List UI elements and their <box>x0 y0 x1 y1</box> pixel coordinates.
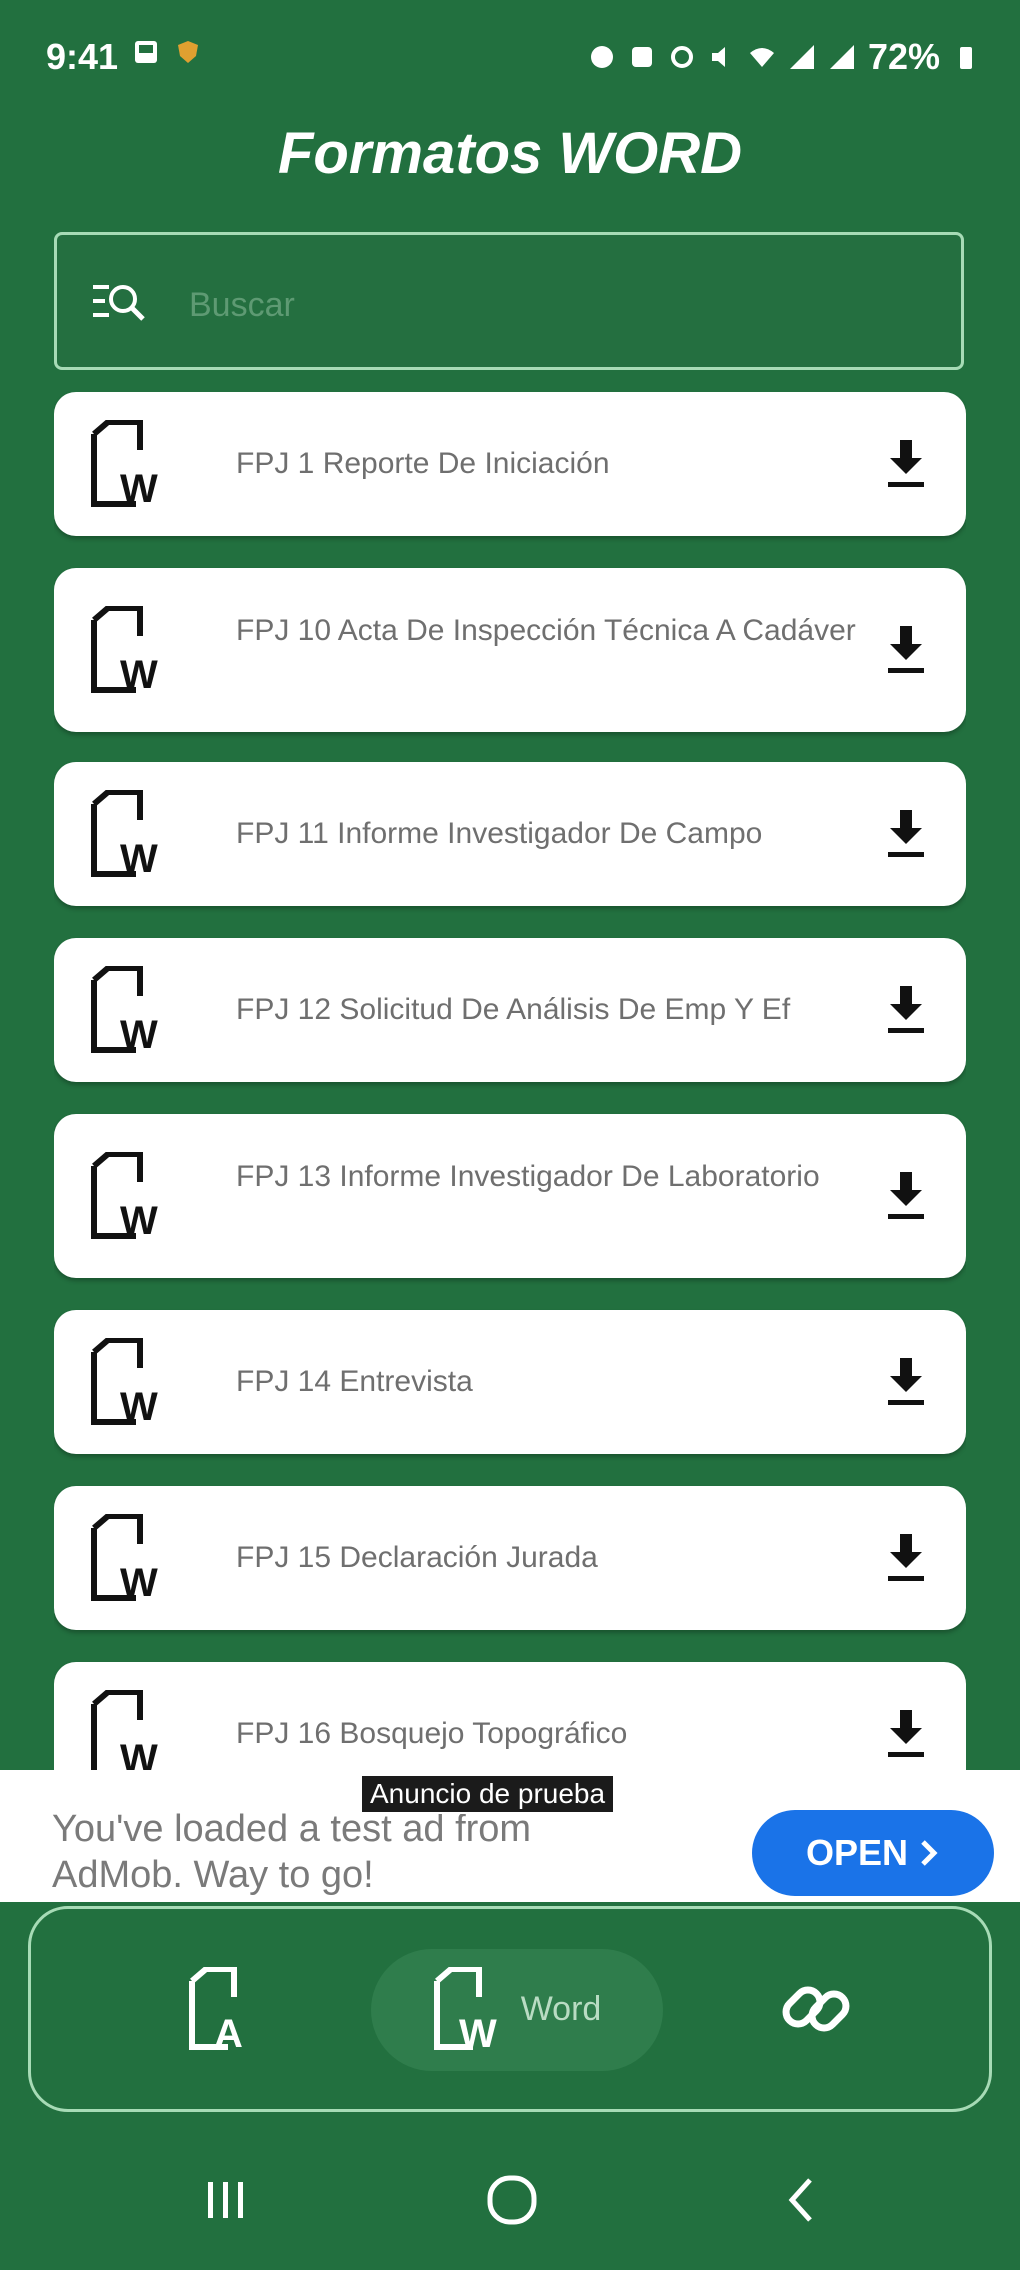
bluetooth-icon <box>590 46 613 68</box>
download-icon[interactable] <box>884 624 928 676</box>
nav-label-word: Word <box>520 1989 602 2028</box>
status-time: 9:41 <box>46 36 119 77</box>
word-document-icon: W <box>91 1514 158 1602</box>
svg-text:W: W <box>120 1199 158 1240</box>
download-icon[interactable] <box>884 1532 928 1584</box>
signal-icon <box>789 45 814 69</box>
document-title: FPJ 1 Reporte De Iniciación <box>236 447 610 480</box>
document-card[interactable]: W FPJ 13 Informe Investigador De Laborat… <box>54 1114 966 1278</box>
word-document-icon: W <box>91 420 158 508</box>
ad-banner[interactable]: You've loaded a test ad from AdMob. Way … <box>0 1770 1020 1902</box>
status-system-icons: 72% <box>588 36 980 78</box>
svg-text:W: W <box>120 837 158 878</box>
download-icon[interactable] <box>884 1708 928 1760</box>
document-card[interactable]: W FPJ 1 Reporte De Iniciación <box>54 392 966 536</box>
back-icon[interactable] <box>772 2170 832 2230</box>
word-document-icon: W <box>91 606 158 694</box>
svg-text:W: W <box>120 1561 158 1602</box>
svg-text:W: W <box>459 2012 497 2051</box>
document-title: FPJ 13 Informe Investigador De Laborator… <box>236 1160 820 1193</box>
download-icon[interactable] <box>884 1356 928 1408</box>
link-icon <box>782 1986 850 2032</box>
document-title: FPJ 12 Solicitud De Análisis De Emp Y Ef <box>236 993 791 1026</box>
nav-item-pdf[interactable]: A <box>131 1909 321 2109</box>
chevron-right-icon <box>921 1840 938 1866</box>
svg-text:W: W <box>120 1385 158 1426</box>
word-document-icon: W <box>91 1338 158 1426</box>
ad-text: You've loaded a test ad from AdMob. Way … <box>52 1808 532 1896</box>
document-card[interactable]: W FPJ 15 Declaración Jurada <box>54 1486 966 1630</box>
word-document-icon: W <box>433 1967 497 2051</box>
document-title: FPJ 16 Bosquejo Topográfico <box>236 1717 628 1750</box>
svg-text:W: W <box>120 1013 158 1054</box>
status-notification-icons <box>132 38 202 66</box>
download-icon[interactable] <box>884 984 928 1036</box>
search-list-icon <box>93 285 145 321</box>
bottom-navigation: A W Word <box>28 1906 992 2112</box>
nav-item-word[interactable]: W Word <box>371 1909 663 2109</box>
pdf-document-icon: A <box>189 1967 243 2051</box>
document-title: FPJ 15 Declaración Jurada <box>236 1541 598 1574</box>
word-document-icon: W <box>91 1690 158 1772</box>
search-box[interactable] <box>54 232 964 370</box>
document-card[interactable]: W FPJ 14 Entrevista <box>54 1310 966 1454</box>
download-icon[interactable] <box>884 808 928 860</box>
word-document-icon: W <box>91 790 158 878</box>
wifi-icon <box>749 48 774 67</box>
home-icon[interactable] <box>482 2170 542 2230</box>
ad-label: Anuncio de prueba <box>360 1774 616 1814</box>
search-input[interactable] <box>187 277 931 333</box>
battery-icon <box>960 47 972 69</box>
document-title: FPJ 10 Acta De Inspección Técnica A Cadá… <box>236 614 856 647</box>
ad-open-button[interactable]: OPEN <box>752 1810 994 1896</box>
ad-open-label: OPEN <box>805 1832 909 1873</box>
document-title: FPJ 14 Entrevista <box>236 1365 473 1398</box>
recent-apps-icon[interactable] <box>196 2170 256 2230</box>
data-saver-icon <box>670 46 693 68</box>
svg-text:A: A <box>214 2012 243 2051</box>
document-card[interactable]: W FPJ 11 Informe Investigador De Campo <box>54 762 966 906</box>
page-title: Formatos WORD <box>278 121 742 186</box>
mute-icon <box>711 47 725 67</box>
nfc-icon <box>631 47 652 67</box>
status-bar: 9:41 72% <box>0 0 1020 112</box>
system-navigation-bar <box>0 2140 1020 2270</box>
download-icon[interactable] <box>884 1170 928 1222</box>
gallery-notification-icon <box>135 41 157 63</box>
word-document-icon: W <box>91 1152 158 1240</box>
download-icon[interactable] <box>884 438 928 490</box>
word-document-icon: W <box>91 966 158 1054</box>
svg-text:W: W <box>120 467 158 508</box>
svg-text:W: W <box>120 1737 158 1772</box>
document-title: FPJ 11 Informe Investigador De Campo <box>236 817 763 850</box>
battery-percent: 72% <box>867 36 940 77</box>
nav-item-links[interactable] <box>721 1909 911 2109</box>
document-card[interactable]: W FPJ 10 Acta De Inspección Técnica A Ca… <box>54 568 966 732</box>
document-list: W FPJ 1 Reporte De Iniciación W FPJ 10 A… <box>54 392 966 1772</box>
document-card[interactable]: W FPJ 12 Solicitud De Análisis De Emp Y … <box>54 938 966 1082</box>
document-card[interactable]: W FPJ 16 Bosquejo Topográfico <box>54 1662 966 1772</box>
shield-notification-icon <box>178 41 198 63</box>
signal-2-icon <box>829 45 854 69</box>
svg-text:W: W <box>120 653 158 694</box>
